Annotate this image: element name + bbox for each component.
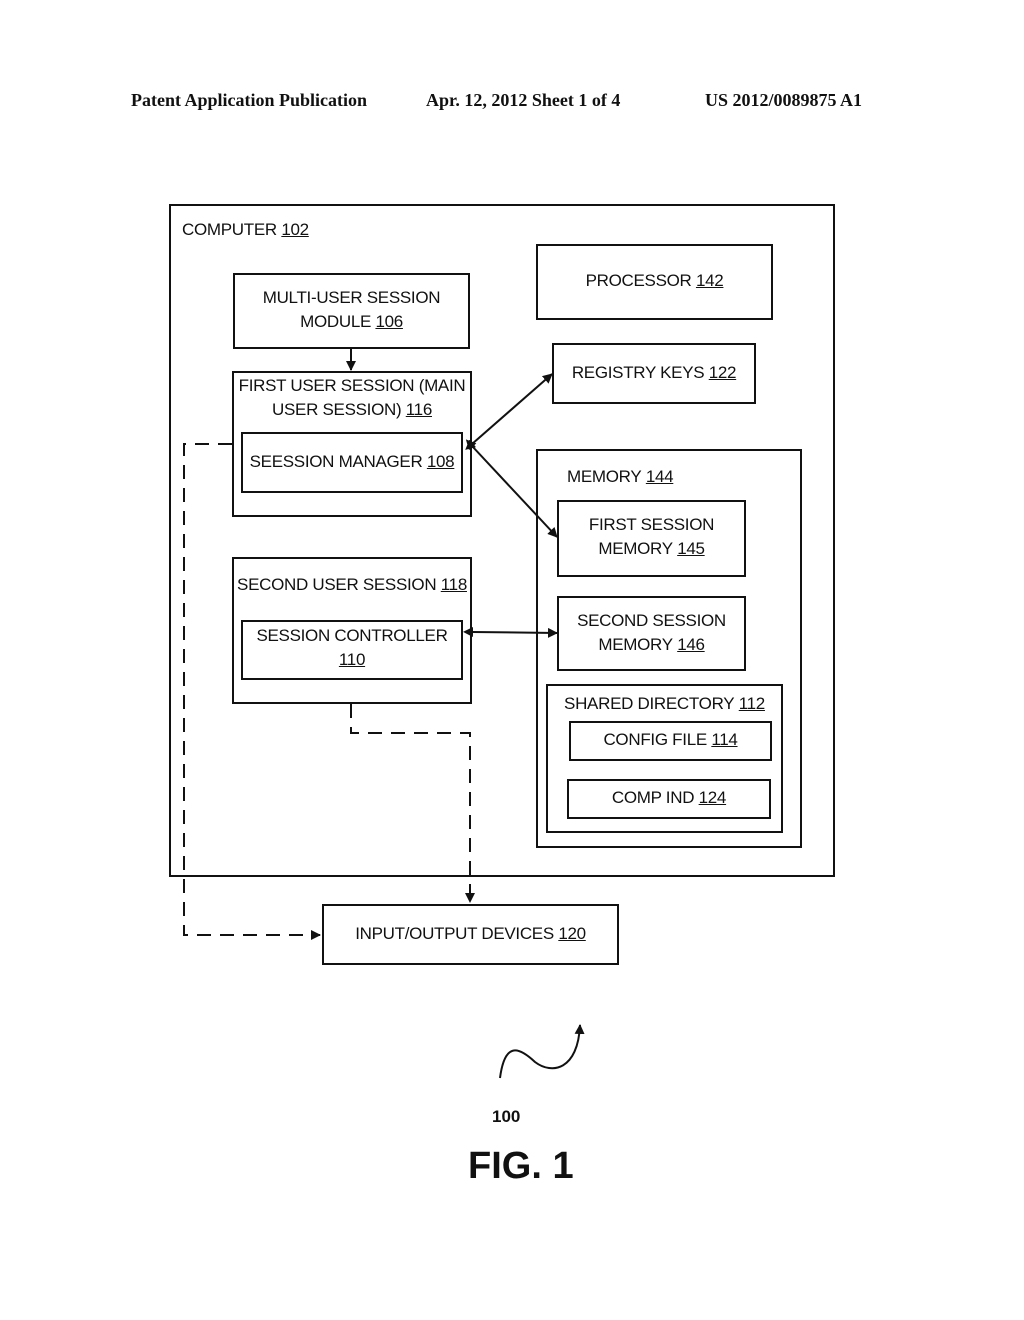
reference-squiggle-arrow [499, 1024, 585, 1079]
arrow-first-session-registry [465, 373, 553, 450]
arrow-first-session-memory [465, 439, 558, 538]
figure-label: FIG. 1 [468, 1145, 574, 1187]
dashed-first-session-to-io [183, 443, 321, 940]
arrow-second-session-memory [463, 627, 558, 638]
reference-numeral: 100 [492, 1107, 521, 1126]
dashed-second-session-to-io [350, 704, 475, 903]
